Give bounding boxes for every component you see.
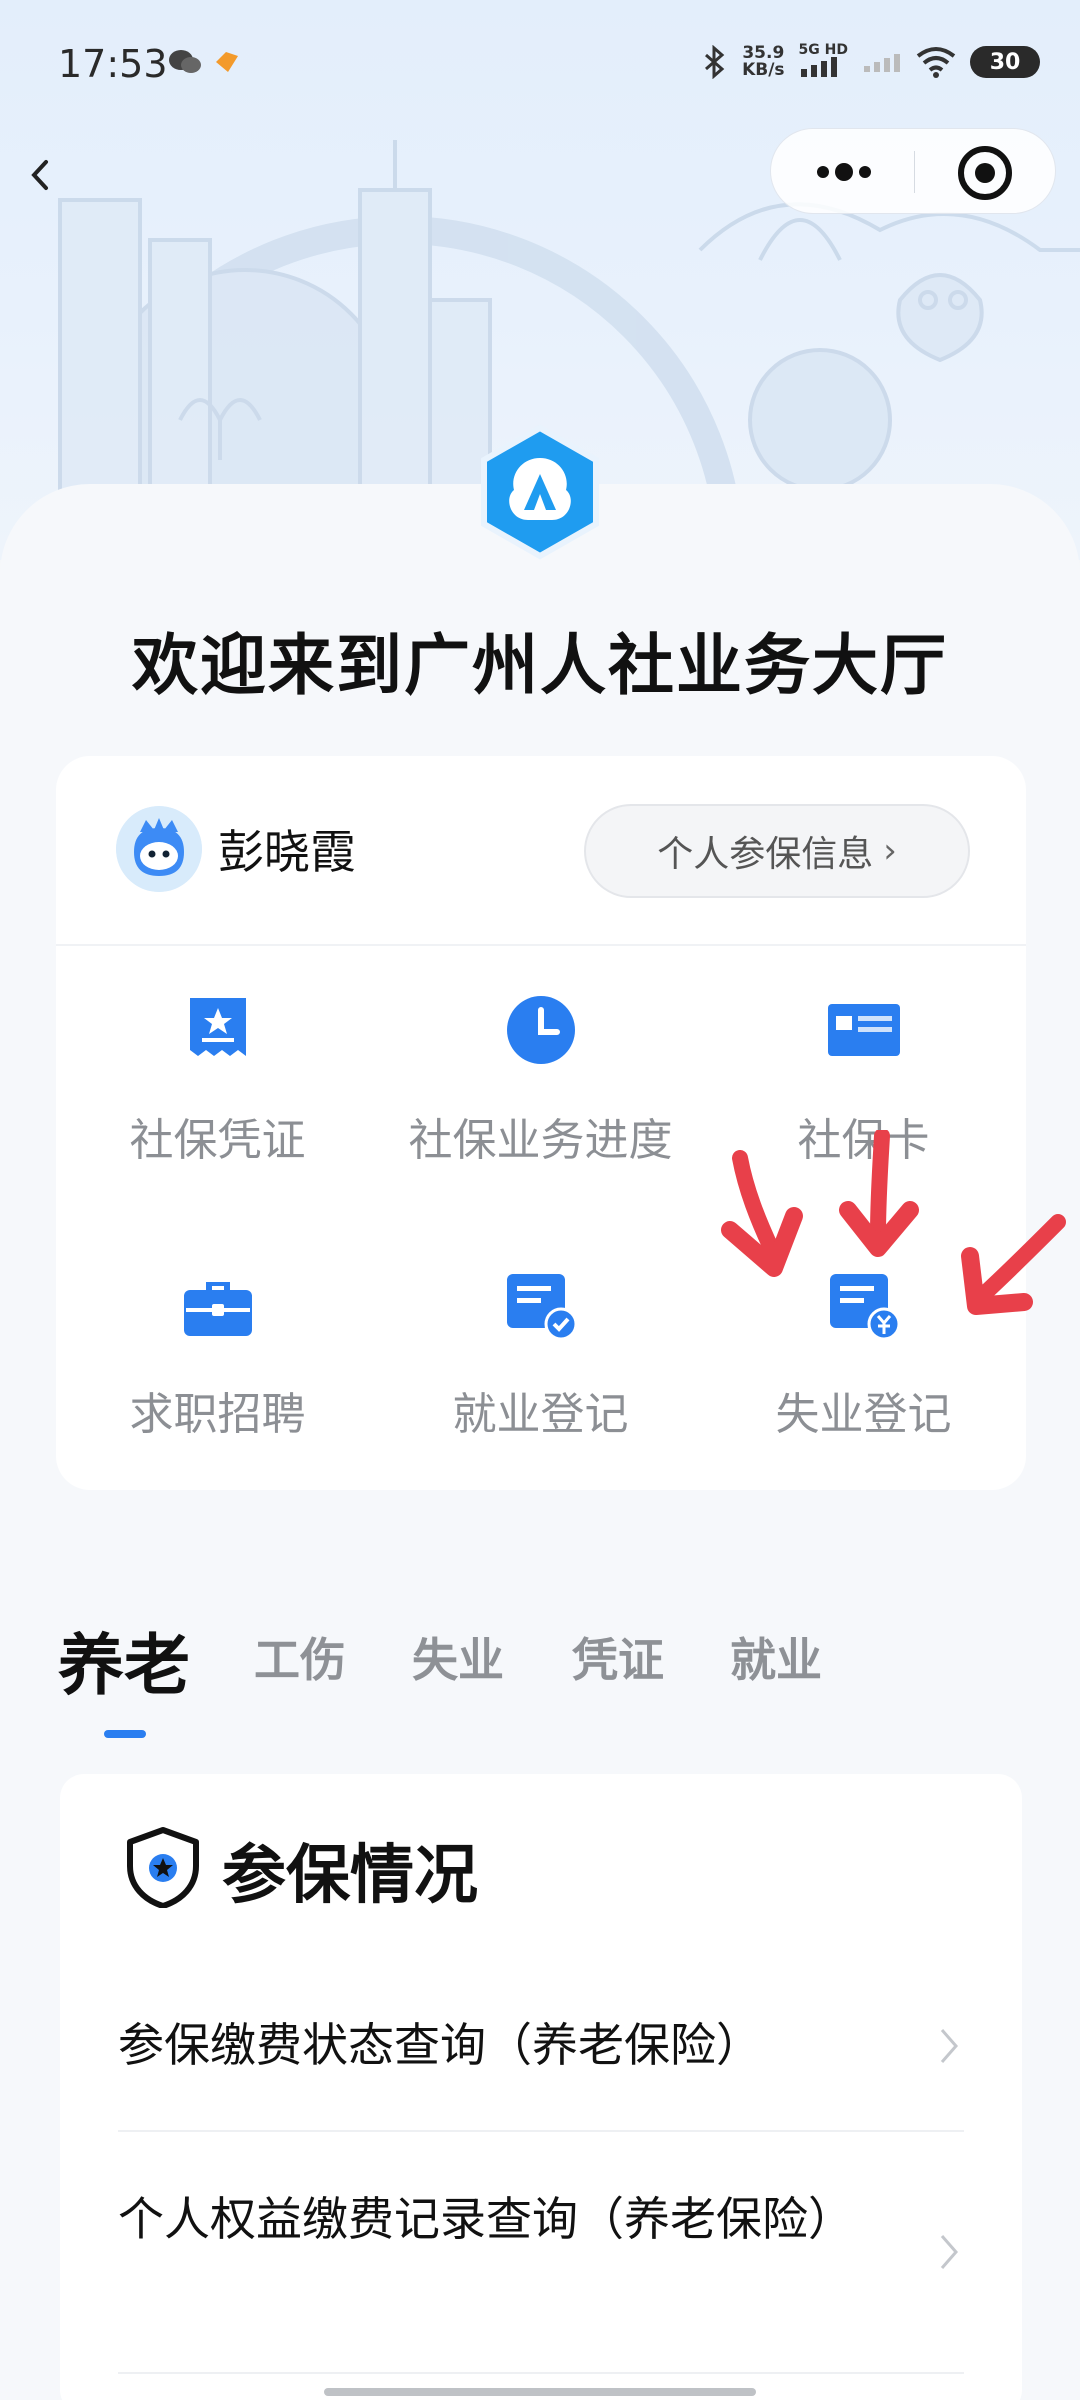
service-item-social-security-certificate[interactable]: 社保凭证 [56, 994, 379, 1234]
chevron-right-icon [940, 2029, 958, 2063]
back-icon[interactable] [20, 150, 60, 200]
service-item-employment-registration[interactable]: 就业登记 [379, 1268, 702, 1508]
tab-work-injury[interactable]: 工伤 [254, 1624, 346, 1690]
chevron-right-icon: › [883, 831, 897, 871]
miniprogram-capsule [770, 128, 1056, 214]
more-icon[interactable] [809, 159, 879, 185]
row-divider [118, 2372, 964, 2374]
annotation-arrow-icon [721, 1150, 803, 1277]
status-indicators: 35.9 KB/s 5G HD 30 [702, 42, 1040, 82]
card-icon [828, 1004, 900, 1056]
user-name: 彭晓霞 [218, 825, 356, 879]
network-speed: 35.9 KB/s [742, 43, 785, 80]
section-title: 参保情况 [222, 1839, 478, 1913]
signal-bars-secondary-icon [864, 54, 900, 72]
list-item-contribution-record-query[interactable]: 个人权益缴费记录查询（养老保险） [118, 2186, 1022, 2269]
service-label: 社保业务进度 [408, 1115, 673, 1166]
personal-insurance-info-button[interactable]: 个人参保信息 › [584, 804, 970, 898]
status-time: 17:53 [58, 42, 168, 86]
insurance-status-section: 参保情况 参保缴费状态查询（养老保险） 个人权益缴费记录查询（养老保险） [60, 1774, 1022, 2400]
network-signal: 5G HD [799, 43, 848, 81]
tab-certificate[interactable]: 凭证 [572, 1624, 664, 1690]
service-label: 失业登记 [775, 1389, 952, 1440]
wifi-icon [916, 47, 956, 78]
service-card: 彭晓霞 个人参保信息 › 社保凭证 社保业务进度 社保卡 求职招聘 就业登记 失… [56, 756, 1026, 1490]
capsule-divider [914, 151, 915, 193]
service-item-job-recruitment[interactable]: 求职招聘 [56, 1268, 379, 1508]
signal-bars-icon [800, 57, 837, 77]
service-label: 就业登记 [452, 1389, 629, 1440]
briefcase-icon [184, 1282, 252, 1336]
clock-icon [507, 996, 575, 1064]
list-item-label: 参保缴费状态查询（养老保险） [118, 2018, 762, 2072]
home-indicator[interactable] [324, 2388, 756, 2396]
tab-unemployment[interactable]: 失业 [412, 1624, 504, 1690]
tab-pension[interactable]: 养老 [58, 1612, 190, 1708]
unemployment-register-icon [830, 1274, 900, 1340]
mascot-avatar-icon [116, 806, 202, 892]
active-tab-indicator [104, 1730, 146, 1738]
annotation-arrow-icon [839, 1130, 919, 1257]
info-button-label: 个人参保信息 [657, 834, 874, 875]
close-miniprogram-icon[interactable] [957, 145, 1013, 201]
app-logo-icon [481, 424, 599, 560]
avatar [116, 806, 202, 892]
list-item-label: 个人权益缴费记录查询（养老保险） [118, 2192, 854, 2246]
wechat-icon [169, 50, 201, 73]
battery-indicator: 30 [970, 46, 1040, 78]
tab-employment[interactable]: 就业 [730, 1624, 822, 1690]
welcome-title: 欢迎来到广州人社业务大厅 [132, 627, 948, 704]
shield-star-icon [127, 1827, 199, 1908]
list-item-payment-status-query[interactable]: 参保缴费状态查询（养老保险） [118, 2012, 1022, 2078]
service-label: 求职招聘 [129, 1389, 306, 1440]
app-notification-icon [216, 52, 238, 72]
row-divider [118, 2130, 964, 2132]
bluetooth-icon [705, 45, 725, 79]
status-bar: 17:53 35.9 KB/s 5G HD 30 [0, 0, 1080, 130]
service-label: 社保凭证 [129, 1115, 306, 1166]
card-divider [56, 944, 1026, 946]
service-item-business-progress[interactable]: 社保业务进度 [379, 994, 702, 1234]
annotation-arrow-icon [961, 1214, 1066, 1315]
certificate-icon [190, 998, 246, 1056]
employment-register-icon [507, 1274, 577, 1340]
chevron-right-icon [940, 2235, 958, 2269]
